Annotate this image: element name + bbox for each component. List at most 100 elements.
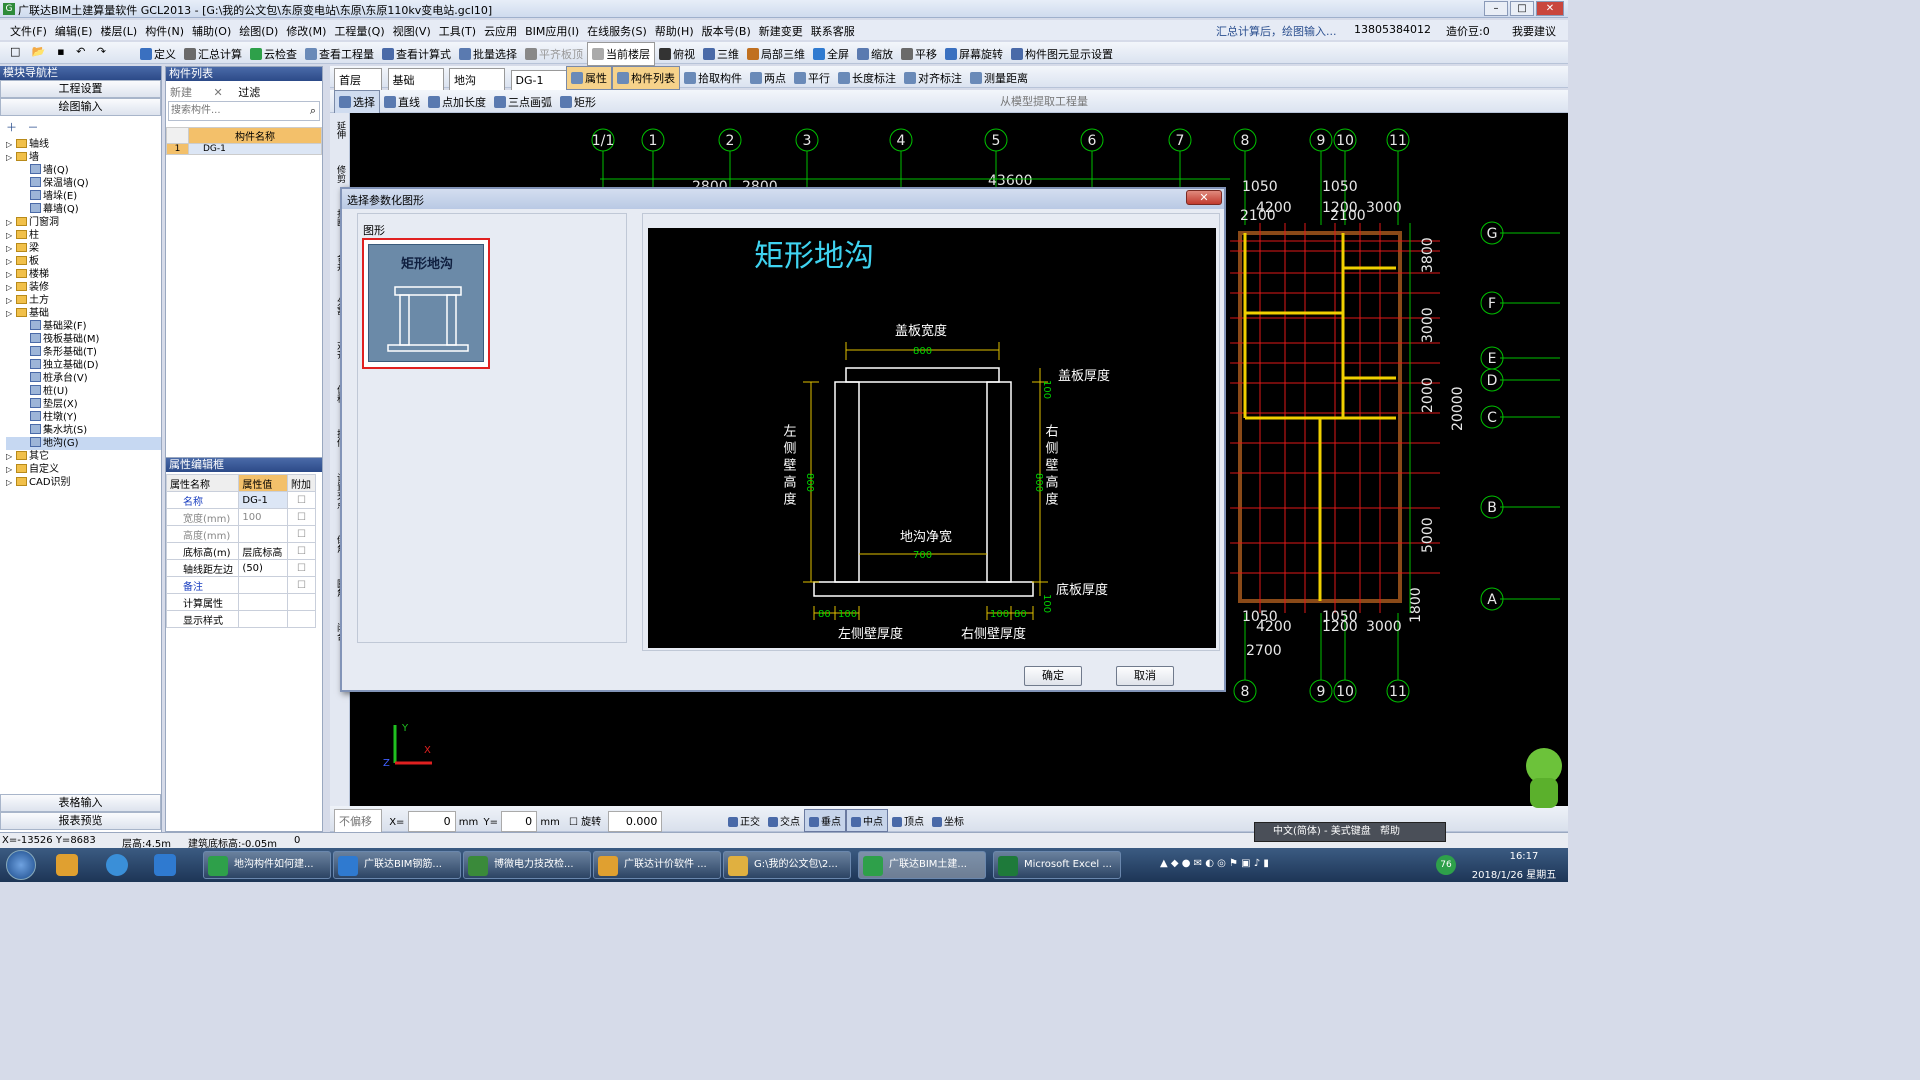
menu-item-12[interactable]: 在线服务(S) <box>583 20 651 42</box>
task-1[interactable]: 广联达BIM钢筋... <box>333 851 461 879</box>
property-value[interactable] <box>238 610 289 628</box>
minimize-button[interactable]: – <box>1484 1 1508 16</box>
toolbar-item-5[interactable]: 批量选择 <box>455 43 521 65</box>
task-5[interactable]: 广联达BIM土建... <box>858 851 986 879</box>
nav-tree-item-16[interactable]: 条形基础(T) <box>6 346 161 359</box>
menu-item-15[interactable]: 新建变更 <box>755 20 807 42</box>
snap-4[interactable]: 顶点 <box>888 810 928 831</box>
snap-2[interactable]: 垂点 <box>804 809 846 832</box>
nav-tree-item-25[interactable]: ▷ 自定义 <box>6 463 161 476</box>
menu-item-10[interactable]: 云应用 <box>480 20 521 42</box>
snap-3[interactable]: 中点 <box>846 809 888 832</box>
ime-help[interactable]: 帮助 <box>1380 826 1400 837</box>
toolbar-item-6[interactable]: 平齐板顶 <box>521 43 587 65</box>
clock-date[interactable]: 2018/1/26 星期五 <box>1464 866 1564 881</box>
new-file-icon[interactable]: □ <box>6 42 24 61</box>
nav-tree-item-1[interactable]: ▷ 墙 <box>6 151 161 164</box>
rotate-input[interactable]: 0.000 <box>608 811 663 832</box>
shape-tool-0[interactable]: 选择 <box>334 90 380 114</box>
extract-quantity-button[interactable]: 从模型提取工程量 <box>996 90 1092 112</box>
nav-tree-item-13[interactable]: ▷ 基础 <box>6 307 161 320</box>
taskbar-pin-app-icon[interactable] <box>56 854 78 876</box>
expand-icon[interactable]: ▷ <box>6 255 16 268</box>
table-row[interactable]: 1 DG-1 <box>166 143 322 155</box>
expand-icon[interactable]: ▷ <box>6 450 16 463</box>
property-value[interactable]: 层底标高 <box>238 542 289 560</box>
close-button[interactable]: ✕ <box>1536 1 1564 16</box>
property-extra-checkbox[interactable]: ☐ <box>287 542 316 560</box>
filter-button[interactable]: 过滤 <box>238 86 260 99</box>
property-extra-checkbox[interactable]: ☐ <box>287 559 316 577</box>
cancel-button[interactable]: 取消 <box>1116 666 1174 686</box>
menu-item-8[interactable]: 视图(V) <box>389 20 435 42</box>
nav-tree-item-21[interactable]: 柱墩(Y) <box>6 411 161 424</box>
menu-item-2[interactable]: 楼层(L) <box>96 20 141 42</box>
ime-bar[interactable]: 中文(简体) - 美式键盘 帮助 <box>1254 822 1446 842</box>
taskbar-pin-g-icon[interactable] <box>154 854 176 876</box>
expand-icon[interactable]: ▷ <box>6 242 16 255</box>
nav-tree-item-11[interactable]: ▷ 装修 <box>6 281 161 294</box>
toolbar-item-9[interactable]: 三维 <box>699 43 743 65</box>
rotate-checkbox[interactable]: ☐ <box>569 817 578 828</box>
expand-icon[interactable]: ▷ <box>6 216 16 229</box>
save-icon[interactable]: ▪ <box>53 42 68 61</box>
side-tool-1[interactable]: 修剪 <box>334 165 345 183</box>
draw-tool-5[interactable]: 长度标注 <box>834 67 900 89</box>
toolbar-item-3[interactable]: 查看工程量 <box>301 43 378 65</box>
property-row[interactable]: 底标高(m) 层底标高 ☐ <box>165 542 316 560</box>
nav-tree-item-19[interactable]: 桩(U) <box>6 385 161 398</box>
nav-tree-item-2[interactable]: 墙(Q) <box>6 164 161 177</box>
toolbar-item-14[interactable]: 屏幕旋转 <box>941 43 1007 65</box>
taskbar-pin-ie-icon[interactable] <box>106 854 128 876</box>
menu-item-1[interactable]: 编辑(E) <box>51 20 97 42</box>
menu-item-7[interactable]: 工程量(Q) <box>330 20 388 42</box>
property-value[interactable]: (50) <box>238 559 289 577</box>
expand-icon[interactable]: ▷ <box>6 151 16 164</box>
toolbar-item-11[interactable]: 全屏 <box>809 43 853 65</box>
undo-icon[interactable]: ↶ <box>72 42 89 61</box>
report-preview-button[interactable]: 报表预览 <box>0 812 161 830</box>
draw-tool-7[interactable]: 测量距离 <box>966 67 1032 89</box>
shape-tool-4[interactable]: 矩形 <box>556 91 600 113</box>
snap-5[interactable]: 坐标 <box>928 810 968 831</box>
toolbar-item-12[interactable]: 缩放 <box>853 43 897 65</box>
menu-item-6[interactable]: 修改(M) <box>282 20 330 42</box>
property-value[interactable]: 100 <box>238 508 289 526</box>
expand-icon[interactable]: ▷ <box>6 294 16 307</box>
property-row[interactable]: 宽度(mm) 100 ☐ <box>165 508 316 526</box>
property-row[interactable]: 轴线距左边 (50) ☐ <box>165 559 316 577</box>
property-value[interactable] <box>238 593 289 611</box>
nav-tree-item-6[interactable]: ▷ 门窗洞 <box>6 216 161 229</box>
toolbar-item-4[interactable]: 查看计算式 <box>378 43 455 65</box>
toolbar-item-13[interactable]: 平移 <box>897 43 941 65</box>
menu-item-9[interactable]: 工具(T) <box>435 20 480 42</box>
delete-icon[interactable]: ✕ <box>214 86 223 99</box>
table-input-button[interactable]: 表格输入 <box>0 794 161 812</box>
menu-item-11[interactable]: BIM应用(I) <box>521 20 583 42</box>
shape-tool-3[interactable]: 三点画弧 <box>490 91 556 113</box>
task-0[interactable]: 地沟构件如何建... <box>203 851 331 879</box>
snap-1[interactable]: 交点 <box>764 810 804 831</box>
tray-badge[interactable]: 76 <box>1436 855 1456 875</box>
x-input[interactable]: 0 <box>407 811 456 832</box>
open-file-icon[interactable]: 📂 <box>28 42 50 61</box>
property-value[interactable] <box>238 576 289 594</box>
money-count[interactable]: 造价豆:0 <box>1442 20 1494 42</box>
draw-tool-0[interactable]: 属性 <box>566 66 612 90</box>
expand-icon[interactable]: ▷ <box>6 229 16 242</box>
property-row[interactable]: 备注 ☐ <box>165 576 316 594</box>
drawing-input-button[interactable]: 绘图输入 <box>0 98 161 116</box>
task-2[interactable]: 博微电力技改检... <box>463 851 591 879</box>
toolbar-item-10[interactable]: 局部三维 <box>743 43 809 65</box>
nav-tree-item-22[interactable]: 集水坑(S) <box>6 424 161 437</box>
nav-tree-item-15[interactable]: 筏板基础(M) <box>6 333 161 346</box>
expand-icon[interactable]: ▷ <box>6 138 16 151</box>
y-input[interactable]: 0 <box>501 811 538 832</box>
nav-tree-item-7[interactable]: ▷ 柱 <box>6 229 161 242</box>
toolbar-item-1[interactable]: 汇总计算 <box>180 43 246 65</box>
offset-mode-select[interactable]: 不偏移 <box>334 809 382 833</box>
nav-tree-item-3[interactable]: 保温墙(Q) <box>6 177 161 190</box>
task-6[interactable]: Microsoft Excel ... <box>993 851 1121 879</box>
ok-button[interactable]: 确定 <box>1024 666 1082 686</box>
shape-tool-2[interactable]: 点加长度 <box>424 91 490 113</box>
